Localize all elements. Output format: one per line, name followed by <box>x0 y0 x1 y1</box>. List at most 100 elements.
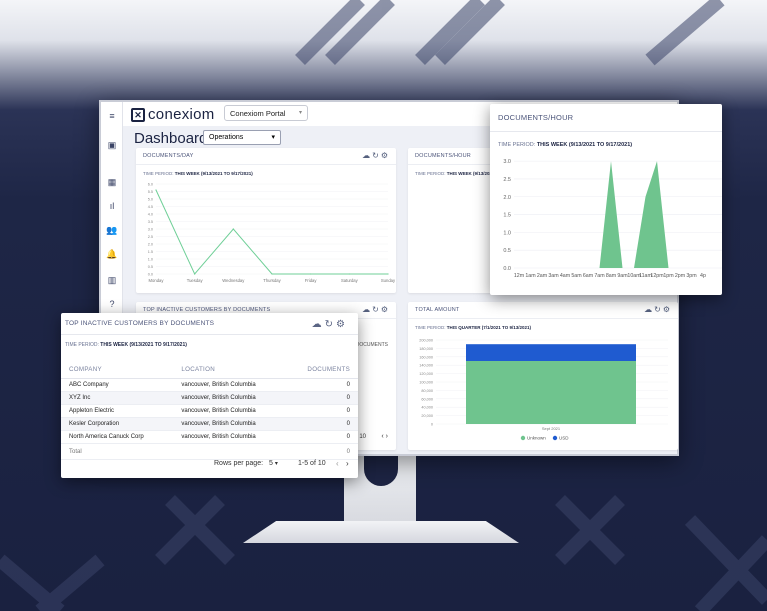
view-select[interactable]: Operations ▾ <box>203 130 281 145</box>
page-count: 10 <box>359 434 366 440</box>
documents-hour-popup: DOCUMENTS/HOUR TIME PERIOD: THIS WEEK (9… <box>490 104 722 295</box>
cell-company: XYZ Inc <box>61 391 174 405</box>
dashboard-icon[interactable]: ▦ <box>106 176 118 188</box>
y-tick-label: 160,000 <box>419 355 433 359</box>
time-period-value: THIS QUARTER (7/1/2021 TO 9/13/2021) <box>446 325 531 330</box>
data-point <box>194 273 196 275</box>
total-spacer <box>173 443 286 460</box>
time-period: TIME PERIOD: THIS WEEK (9/13/2021 TO 9/1… <box>61 335 358 355</box>
cloud-download-icon[interactable]: ☁ <box>362 305 372 314</box>
column-header-location[interactable]: LOCATION <box>173 361 286 379</box>
conexiom-logo: ✕ conexiom <box>131 106 215 123</box>
series-line <box>155 189 388 275</box>
documents-day-card: DOCUMENTS/DAY ☁↻⚙ TIME PERIOD: THIS WEEK… <box>136 148 396 293</box>
y-tick-label: 4.5 <box>148 205 153 209</box>
x-tick-label: 12pm <box>650 273 664 279</box>
gear-icon[interactable]: ⚙ <box>381 305 390 314</box>
x-tick-label: Tuesday <box>187 278 204 283</box>
y-tick-label: 60,000 <box>421 397 433 401</box>
y-tick-label: 80,000 <box>421 389 433 393</box>
cell-location: vancouver, British Columbia <box>173 417 286 431</box>
contact-card-icon[interactable]: ▣ <box>106 139 118 151</box>
cell-documents: 0 <box>285 378 358 392</box>
time-period-label: TIME PERIOD: <box>65 342 99 348</box>
y-tick-label: 5.0 <box>148 198 153 202</box>
total-amount-card: TOTAL AMOUNT ☁↻⚙ TIME PERIOD: THIS QUART… <box>408 302 678 450</box>
card-actions: ☁↻⚙ <box>644 305 672 314</box>
bell-icon[interactable]: 🔔 <box>106 248 118 260</box>
gear-icon[interactable]: ⚙ <box>336 319 348 330</box>
cloud-download-icon[interactable]: ☁ <box>312 319 325 330</box>
cell-documents: 0 <box>285 391 358 405</box>
x-tick-label: Saturday <box>341 278 359 283</box>
column-header-documents[interactable]: DOCUMENTS <box>285 361 358 379</box>
y-tick-label: 5.5 <box>148 190 153 194</box>
popup-actions: ☁↻⚙ <box>312 319 348 330</box>
legend-label: Unknown <box>527 436 546 441</box>
x-tick-label: 12m <box>514 273 525 279</box>
data-point <box>271 273 273 275</box>
total-row: Total 0 <box>61 443 358 460</box>
pager-arrows[interactable]: ‹ › <box>381 433 388 440</box>
cloud-download-icon[interactable]: ☁ <box>362 151 372 160</box>
table-row[interactable]: ABC Company vancouver, British Columbia 0 <box>61 378 358 392</box>
column-header-company[interactable]: COMPANY <box>61 361 174 379</box>
rows-per-page-select[interactable]: 5 ▾ <box>269 460 278 467</box>
bar-segment <box>466 361 636 424</box>
help-icon[interactable]: ? <box>106 298 118 310</box>
table-header-row: COMPANY LOCATION DOCUMENTS <box>61 361 358 379</box>
table-row[interactable]: North America Canuck Corp vancouver, Brit… <box>61 430 358 444</box>
cell-documents: 0 <box>285 417 358 431</box>
x-tick-label: 1pm <box>663 273 674 279</box>
x-tick-label: Sept 2021 <box>542 426 561 431</box>
rows-per-page-value: 5 <box>269 460 273 467</box>
prev-page-icon[interactable]: ‹ <box>336 459 339 468</box>
y-tick-label: 20,000 <box>421 414 433 418</box>
building-icon[interactable]: ▥ <box>106 274 118 286</box>
y-tick-label: 4.0 <box>148 213 153 217</box>
y-tick-label: 200,000 <box>419 339 433 343</box>
cell-location: vancouver, British Columbia <box>173 430 286 444</box>
table-row[interactable]: Kesler Corporation vancouver, British Col… <box>61 417 358 431</box>
x-tick-label: Friday <box>305 278 318 283</box>
card-actions: ☁↻⚙ <box>362 151 390 160</box>
refresh-icon[interactable]: ↻ <box>372 151 381 160</box>
portal-select[interactable]: Conexiom Portal ▾ <box>224 105 308 121</box>
documents-day-chart: 0.0 0.5 1.0 1.5 2.0 2.5 3.0 3.5 4.0 4.5 5.0 5.5 6.0 M… <box>148 183 396 284</box>
y-tick-label: 1.0 <box>503 230 511 236</box>
cloud-download-icon[interactable]: ☁ <box>644 305 654 314</box>
popup-title: DOCUMENTS/HOUR <box>490 104 722 132</box>
page-title: Dashboard <box>134 130 208 147</box>
bar-chart-icon[interactable]: ıl <box>106 200 118 212</box>
data-point <box>155 189 157 191</box>
monitor-stand-base <box>243 521 519 543</box>
y-tick-label: 1.5 <box>148 250 153 254</box>
x-tick-label: 8am <box>606 273 617 279</box>
y-tick-label: 2.0 <box>503 195 511 201</box>
people-icon[interactable]: 👥 <box>106 224 118 236</box>
next-page-icon[interactable]: › <box>346 459 349 468</box>
y-tick-label: 0.5 <box>148 265 153 269</box>
table-row[interactable]: Appleton Electric vancouver, British Colu… <box>61 404 358 418</box>
refresh-icon[interactable]: ↻ <box>654 305 663 314</box>
refresh-icon[interactable]: ↻ <box>372 305 381 314</box>
y-tick-label: 100,000 <box>419 381 433 385</box>
cell-documents: 0 <box>285 404 358 418</box>
portal-select-value: Conexiom Portal <box>230 109 286 118</box>
documents-column-header: DOCUMENTS <box>355 342 388 348</box>
table-row[interactable]: XYZ Inc vancouver, British Columbia 0 <box>61 391 358 405</box>
gear-icon[interactable]: ⚙ <box>663 305 672 314</box>
x-tick-label: 6am <box>583 273 594 279</box>
y-tick-label: 0 <box>431 423 433 427</box>
data-point <box>310 273 312 275</box>
logo-mark: ✕ <box>131 107 145 122</box>
y-tick-label: 3.5 <box>148 220 153 224</box>
caret-down-icon: ▾ <box>274 461 278 467</box>
y-tick-label: 2.5 <box>148 235 153 239</box>
refresh-icon[interactable]: ↻ <box>325 319 336 330</box>
menu-icon[interactable]: ≡ <box>106 110 118 122</box>
x-tick-label: 2am <box>537 273 548 279</box>
y-tick-label: 3.0 <box>148 228 153 232</box>
gear-icon[interactable]: ⚙ <box>381 151 390 160</box>
cell-company: ABC Company <box>61 378 174 392</box>
